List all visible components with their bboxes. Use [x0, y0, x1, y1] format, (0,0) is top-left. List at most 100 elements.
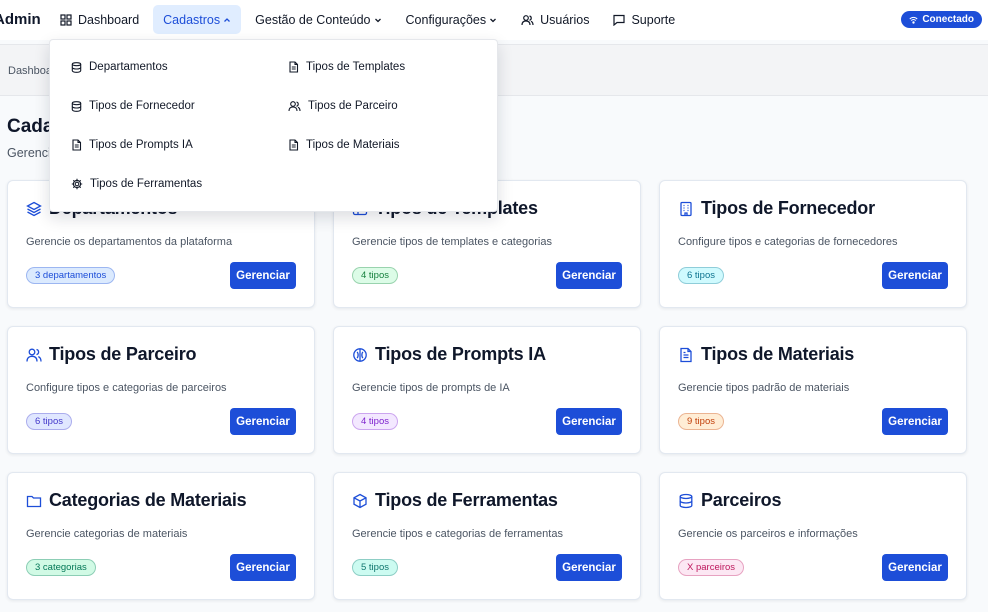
count-badge: 9 tipos	[678, 413, 724, 430]
manage-button[interactable]: Gerenciar	[556, 554, 622, 581]
card-header: Parceiros	[678, 490, 781, 511]
menu-item-label: Tipos de Ferramentas	[90, 178, 203, 190]
users-icon	[26, 348, 42, 362]
card-description: Gerencie tipos e categorias de ferrament…	[352, 528, 563, 540]
card-description: Gerencie tipos de templates e categorias	[352, 236, 552, 248]
document-icon	[289, 139, 299, 151]
folder-icon	[26, 495, 42, 507]
main-nav: Dashboard Cadastros Gestão de Conteúdo C…	[50, 5, 689, 34]
card-header: Tipos de Parceiro	[26, 344, 197, 365]
nav-suporte[interactable]: Suporte	[603, 5, 685, 34]
manage-button[interactable]: Gerenciar	[230, 554, 296, 581]
card-categorias-de-materiais: Categorias de Materiais Gerencie categori…	[7, 472, 315, 600]
card-description: Gerencie os parceiros e informações	[678, 528, 858, 540]
menu-item-tipos-parceiro[interactable]: Tipos de Parceiro	[288, 96, 398, 116]
card-title: Categorias de Materiais	[49, 490, 247, 510]
database-icon	[71, 61, 82, 73]
menu-item-tipos-fornecedor[interactable]: Tipos de Fornecedor	[71, 96, 195, 116]
card-tipos-de-fornecedor: Tipos de Fornecedor Configure tipos e cat…	[659, 180, 967, 308]
card-header: Tipos de Ferramentas	[352, 490, 558, 511]
menu-item-tipos-prompts-ia[interactable]: Tipos de Prompts IA	[71, 135, 193, 155]
card-description: Configure tipos e categorias de parceiro…	[26, 382, 227, 394]
manage-button[interactable]: Gerenciar	[230, 408, 296, 435]
card-title: Parceiros	[701, 490, 782, 510]
count-badge: 6 tipos	[678, 267, 724, 284]
nav-dashboard[interactable]: Dashboard	[50, 5, 149, 34]
count-badge: 3 departamentos	[26, 267, 116, 284]
brand-title[interactable]: Admin	[0, 11, 41, 28]
cadastros-dropdown-menu: Departamentos Tipos de Fornecedor Tipos …	[49, 39, 498, 212]
card-tipos-de-prompts-ia: Tipos de Prompts IA Gerencie tipos de pro…	[333, 326, 641, 454]
document-icon	[72, 139, 82, 151]
nav-cadastros[interactable]: Cadastros	[153, 5, 242, 34]
count-badge: 6 tipos	[26, 413, 72, 430]
status-label: Conectado	[922, 14, 974, 25]
count-badge: 3 categorias	[26, 559, 96, 576]
menu-item-label: Departamentos	[89, 61, 168, 73]
document-icon	[680, 347, 692, 362]
card-description: Configure tipos e categorias de forneced…	[678, 236, 898, 248]
card-header: Tipos de Fornecedor	[678, 198, 875, 219]
manage-button[interactable]: Gerenciar	[882, 554, 948, 581]
card-header: Tipos de Materiais	[678, 344, 854, 365]
nav-label: Suporte	[631, 12, 676, 27]
chevron-up-icon	[224, 17, 231, 22]
menu-item-label: Tipos de Parceiro	[308, 100, 398, 112]
chevron-down-icon	[490, 18, 497, 22]
manage-button[interactable]: Gerenciar	[556, 262, 622, 289]
nav-gestao-conteudo[interactable]: Gestão de Conteúdo	[245, 5, 391, 34]
menu-item-label: Tipos de Materiais	[306, 139, 400, 151]
card-title: Tipos de Fornecedor	[701, 198, 875, 218]
nav-label: Dashboard	[78, 12, 140, 27]
card-description: Gerencie os departamentos da plataforma	[26, 236, 233, 248]
card-header: Tipos de Prompts IA	[352, 344, 546, 365]
card-title: Tipos de Prompts IA	[375, 344, 546, 364]
manage-button[interactable]: Gerenciar	[230, 262, 296, 289]
count-badge: X parceiros	[678, 559, 745, 576]
top-navbar: Admin Dashboard Cadastros Gestão de Cont…	[0, 0, 988, 40]
users-icon	[521, 14, 534, 25]
card-title: Tipos de Ferramentas	[375, 490, 558, 510]
nav-label: Configurações	[405, 12, 487, 27]
wifi-icon	[909, 16, 918, 24]
card-title: Tipos de Materiais	[701, 344, 855, 364]
card-header: Categorias de Materiais	[26, 490, 247, 511]
card-title: Tipos de Parceiro	[49, 344, 197, 364]
database-icon	[71, 100, 82, 112]
card-tipos-de-ferramentas: Tipos de Ferramentas Gerencie tipos e cat…	[333, 472, 641, 600]
nav-label: Gestão de Conteúdo	[255, 12, 371, 27]
building-icon	[680, 201, 692, 216]
nav-configuracoes[interactable]: Configurações	[396, 5, 508, 34]
card-tipos-de-materiais: Tipos de Materiais Gerencie tipos padrão …	[659, 326, 967, 454]
menu-item-tipos-materiais[interactable]: Tipos de Materiais	[288, 135, 400, 155]
connection-status-badge: Conectado	[901, 11, 982, 28]
dashboard-icon	[60, 13, 72, 26]
manage-button[interactable]: Gerenciar	[882, 408, 948, 435]
brain-icon	[353, 347, 367, 362]
menu-item-label: Tipos de Templates	[306, 61, 406, 73]
layers-icon	[26, 201, 42, 216]
chat-icon	[613, 14, 626, 26]
chevron-down-icon	[374, 18, 381, 22]
nav-label: Usuários	[540, 12, 590, 27]
menu-item-tipos-templates[interactable]: Tipos de Templates	[288, 57, 405, 77]
menu-item-departamentos[interactable]: Departamentos	[71, 57, 168, 77]
count-badge: 4 tipos	[352, 413, 398, 430]
count-badge: 4 tipos	[352, 267, 398, 284]
database-icon	[679, 493, 693, 508]
card-description: Gerencie categorias de materiais	[26, 528, 188, 540]
menu-item-tipos-ferramentas[interactable]: Tipos de Ferramentas	[71, 174, 202, 194]
menu-item-label: Tipos de Prompts IA	[89, 139, 193, 151]
card-description: Gerencie tipos padrão de materiais	[678, 382, 850, 394]
nav-usuarios[interactable]: Usuários	[511, 5, 599, 34]
manage-button[interactable]: Gerenciar	[882, 262, 948, 289]
gear-icon	[71, 178, 83, 190]
nav-label: Cadastros	[163, 12, 221, 27]
count-badge: 5 tipos	[352, 559, 398, 576]
card-tipos-de-parceiro: Tipos de Parceiro Configure tipos e categ…	[7, 326, 315, 454]
card-description: Gerencie tipos de prompts de IA	[352, 382, 510, 394]
manage-button[interactable]: Gerenciar	[556, 408, 622, 435]
document-icon	[289, 61, 299, 73]
cube-icon	[353, 493, 367, 508]
users-icon	[288, 101, 301, 112]
